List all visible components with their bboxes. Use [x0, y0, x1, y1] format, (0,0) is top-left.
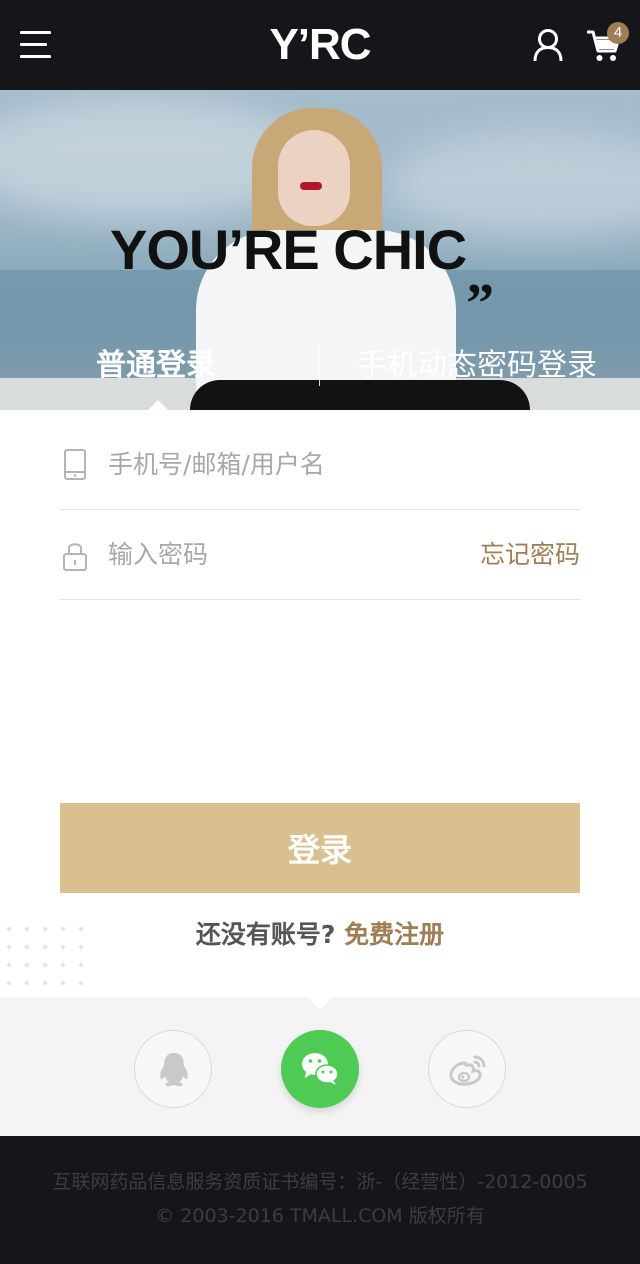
- tab-normal-login[interactable]: 普通登录: [96, 346, 216, 386]
- tab-divider: [319, 346, 320, 386]
- model-figure: [300, 182, 322, 190]
- footer: 互联网药品信息服务资质证书编号：浙-（经营性）-2012-0005 © 2003…: [0, 1136, 640, 1264]
- hero-banner: YOU’RE CHIC ” 普通登录 手机动态密码登录: [0, 90, 640, 410]
- username-input[interactable]: [108, 440, 568, 488]
- register-link[interactable]: 免费注册: [344, 920, 444, 949]
- menu-button[interactable]: [20, 31, 51, 59]
- forgot-password-link[interactable]: 忘记密码: [480, 538, 580, 572]
- footer-copyright: © 2003-2016 TMALL.COM 版权所有: [155, 1205, 485, 1227]
- menu-icon-line: [20, 43, 47, 46]
- password-field: 忘记密码: [60, 508, 580, 600]
- lock-icon: [63, 543, 87, 571]
- username-field: [60, 418, 580, 510]
- wechat-login-button[interactable]: [281, 1030, 359, 1108]
- weibo-icon: [449, 1055, 486, 1086]
- social-login-bar: [0, 997, 640, 1136]
- wechat-icon: [302, 1053, 339, 1085]
- login-button[interactable]: 登录: [60, 803, 580, 893]
- brand-logo[interactable]: Y’RC: [210, 18, 430, 72]
- phone-icon: [64, 449, 86, 480]
- weibo-login-button[interactable]: [428, 1030, 506, 1108]
- password-input[interactable]: [108, 530, 408, 578]
- user-account-button[interactable]: [532, 28, 564, 62]
- footer-license: 互联网药品信息服务资质证书编号：浙-（经营性）-2012-0005: [52, 1171, 588, 1193]
- qq-login-button[interactable]: [134, 1030, 212, 1108]
- menu-icon-line: [20, 55, 51, 58]
- cart-count-badge: 4: [607, 22, 629, 44]
- active-tab-indicator: [148, 400, 168, 410]
- top-bar: Y’RC 4: [0, 0, 640, 90]
- qq-icon: [160, 1053, 188, 1087]
- model-figure: [278, 130, 350, 226]
- hero-quote-mark: ”: [466, 273, 494, 335]
- user-icon: [533, 29, 563, 62]
- register-prompt: 还没有账号? 免费注册: [0, 915, 640, 955]
- register-question: 还没有账号?: [195, 920, 336, 949]
- tab-mobile-otp-login[interactable]: 手机动态密码登录: [357, 346, 597, 386]
- social-pointer: [307, 997, 333, 1010]
- menu-icon-line: [20, 31, 51, 34]
